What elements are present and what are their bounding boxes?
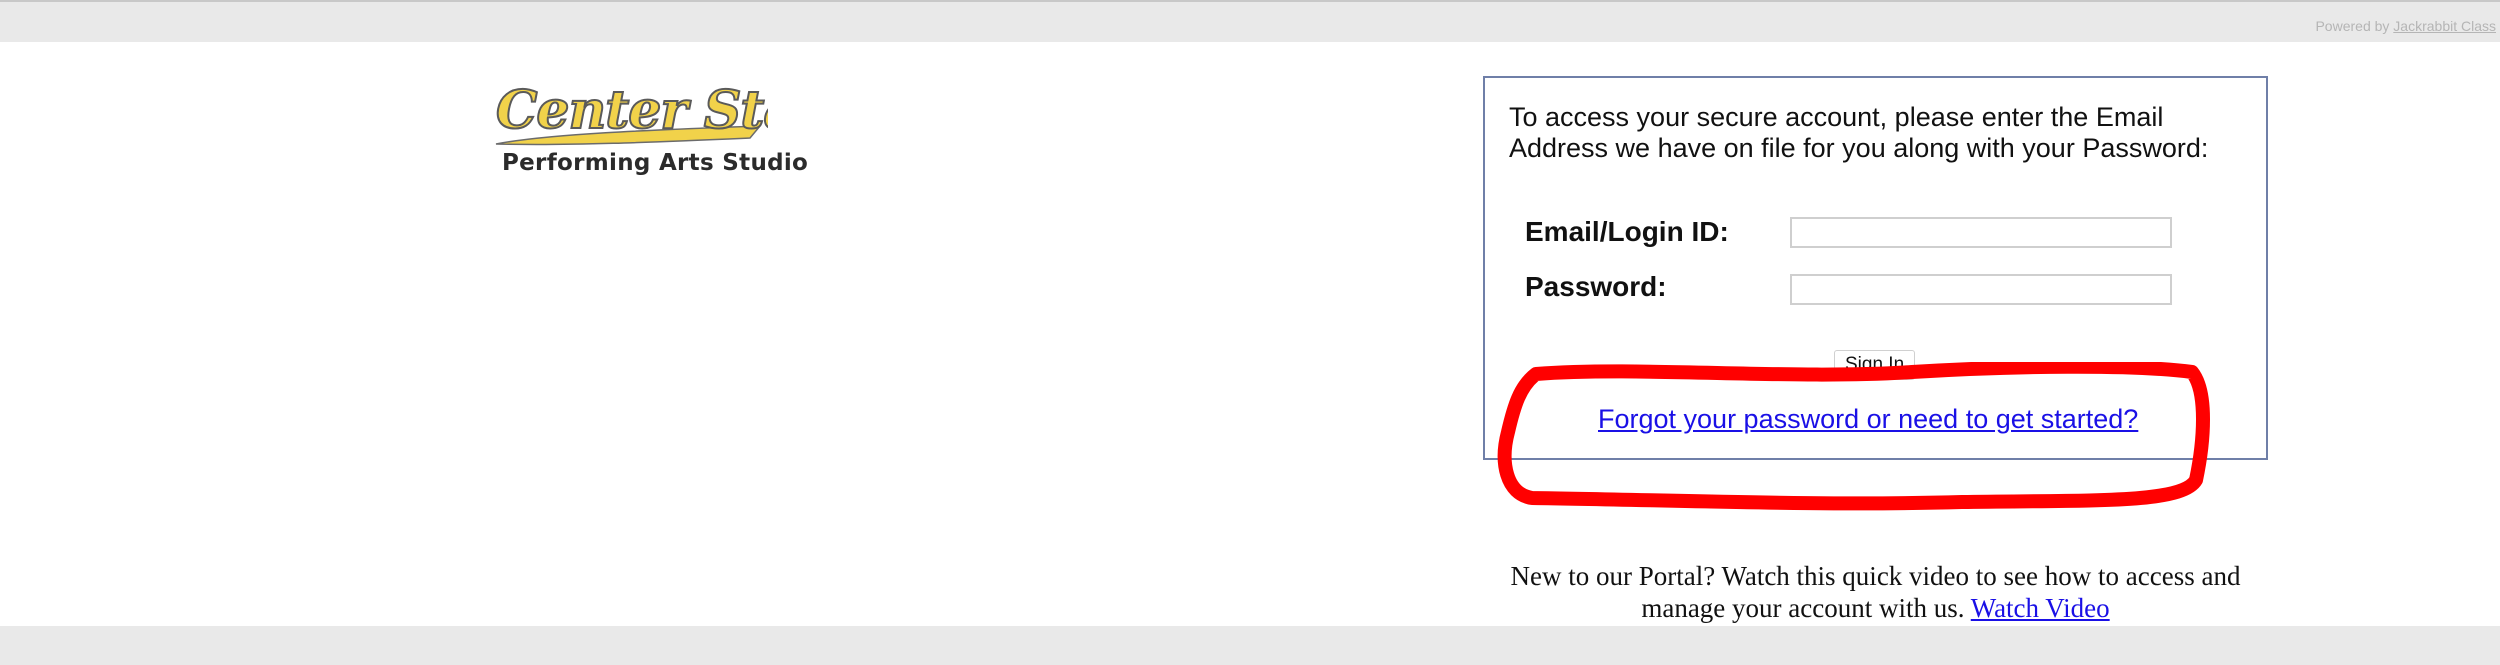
login-instructions: To access your secure account, please en… [1509, 102, 2209, 163]
login-panel: To access your secure account, please en… [1483, 76, 2268, 460]
jackrabbit-class-link[interactable]: Jackrabbit Class [2393, 18, 2496, 34]
bottom-bar [0, 626, 2500, 665]
powered-by-text: Powered by Jackrabbit Class [2315, 18, 2496, 34]
video-notice: New to our Portal? Watch this quick vide… [1483, 560, 2268, 624]
top-bar: Powered by Jackrabbit Class [0, 0, 2500, 42]
video-notice-text: New to our Portal? Watch this quick vide… [1510, 561, 2241, 623]
email-field[interactable] [1790, 217, 2172, 248]
logo-subtitle: Performing Arts Studio [502, 150, 809, 176]
forgot-password-link[interactable]: Forgot your password or need to get star… [1598, 404, 2138, 435]
password-field[interactable] [1790, 274, 2172, 305]
watch-video-link[interactable]: Watch Video [1971, 593, 2110, 623]
password-label: Password: [1525, 271, 1667, 302]
center-stage-logo: Center Stage Performing Arts Studio [488, 72, 808, 192]
logo-title: Center Stage [496, 80, 768, 141]
sign-in-button[interactable]: Sign In [1834, 350, 1916, 380]
logo-wordmark: Center Stage [495, 79, 768, 146]
email-label: Email/Login ID: [1525, 216, 1729, 247]
powered-by-prefix: Powered by [2315, 18, 2394, 34]
